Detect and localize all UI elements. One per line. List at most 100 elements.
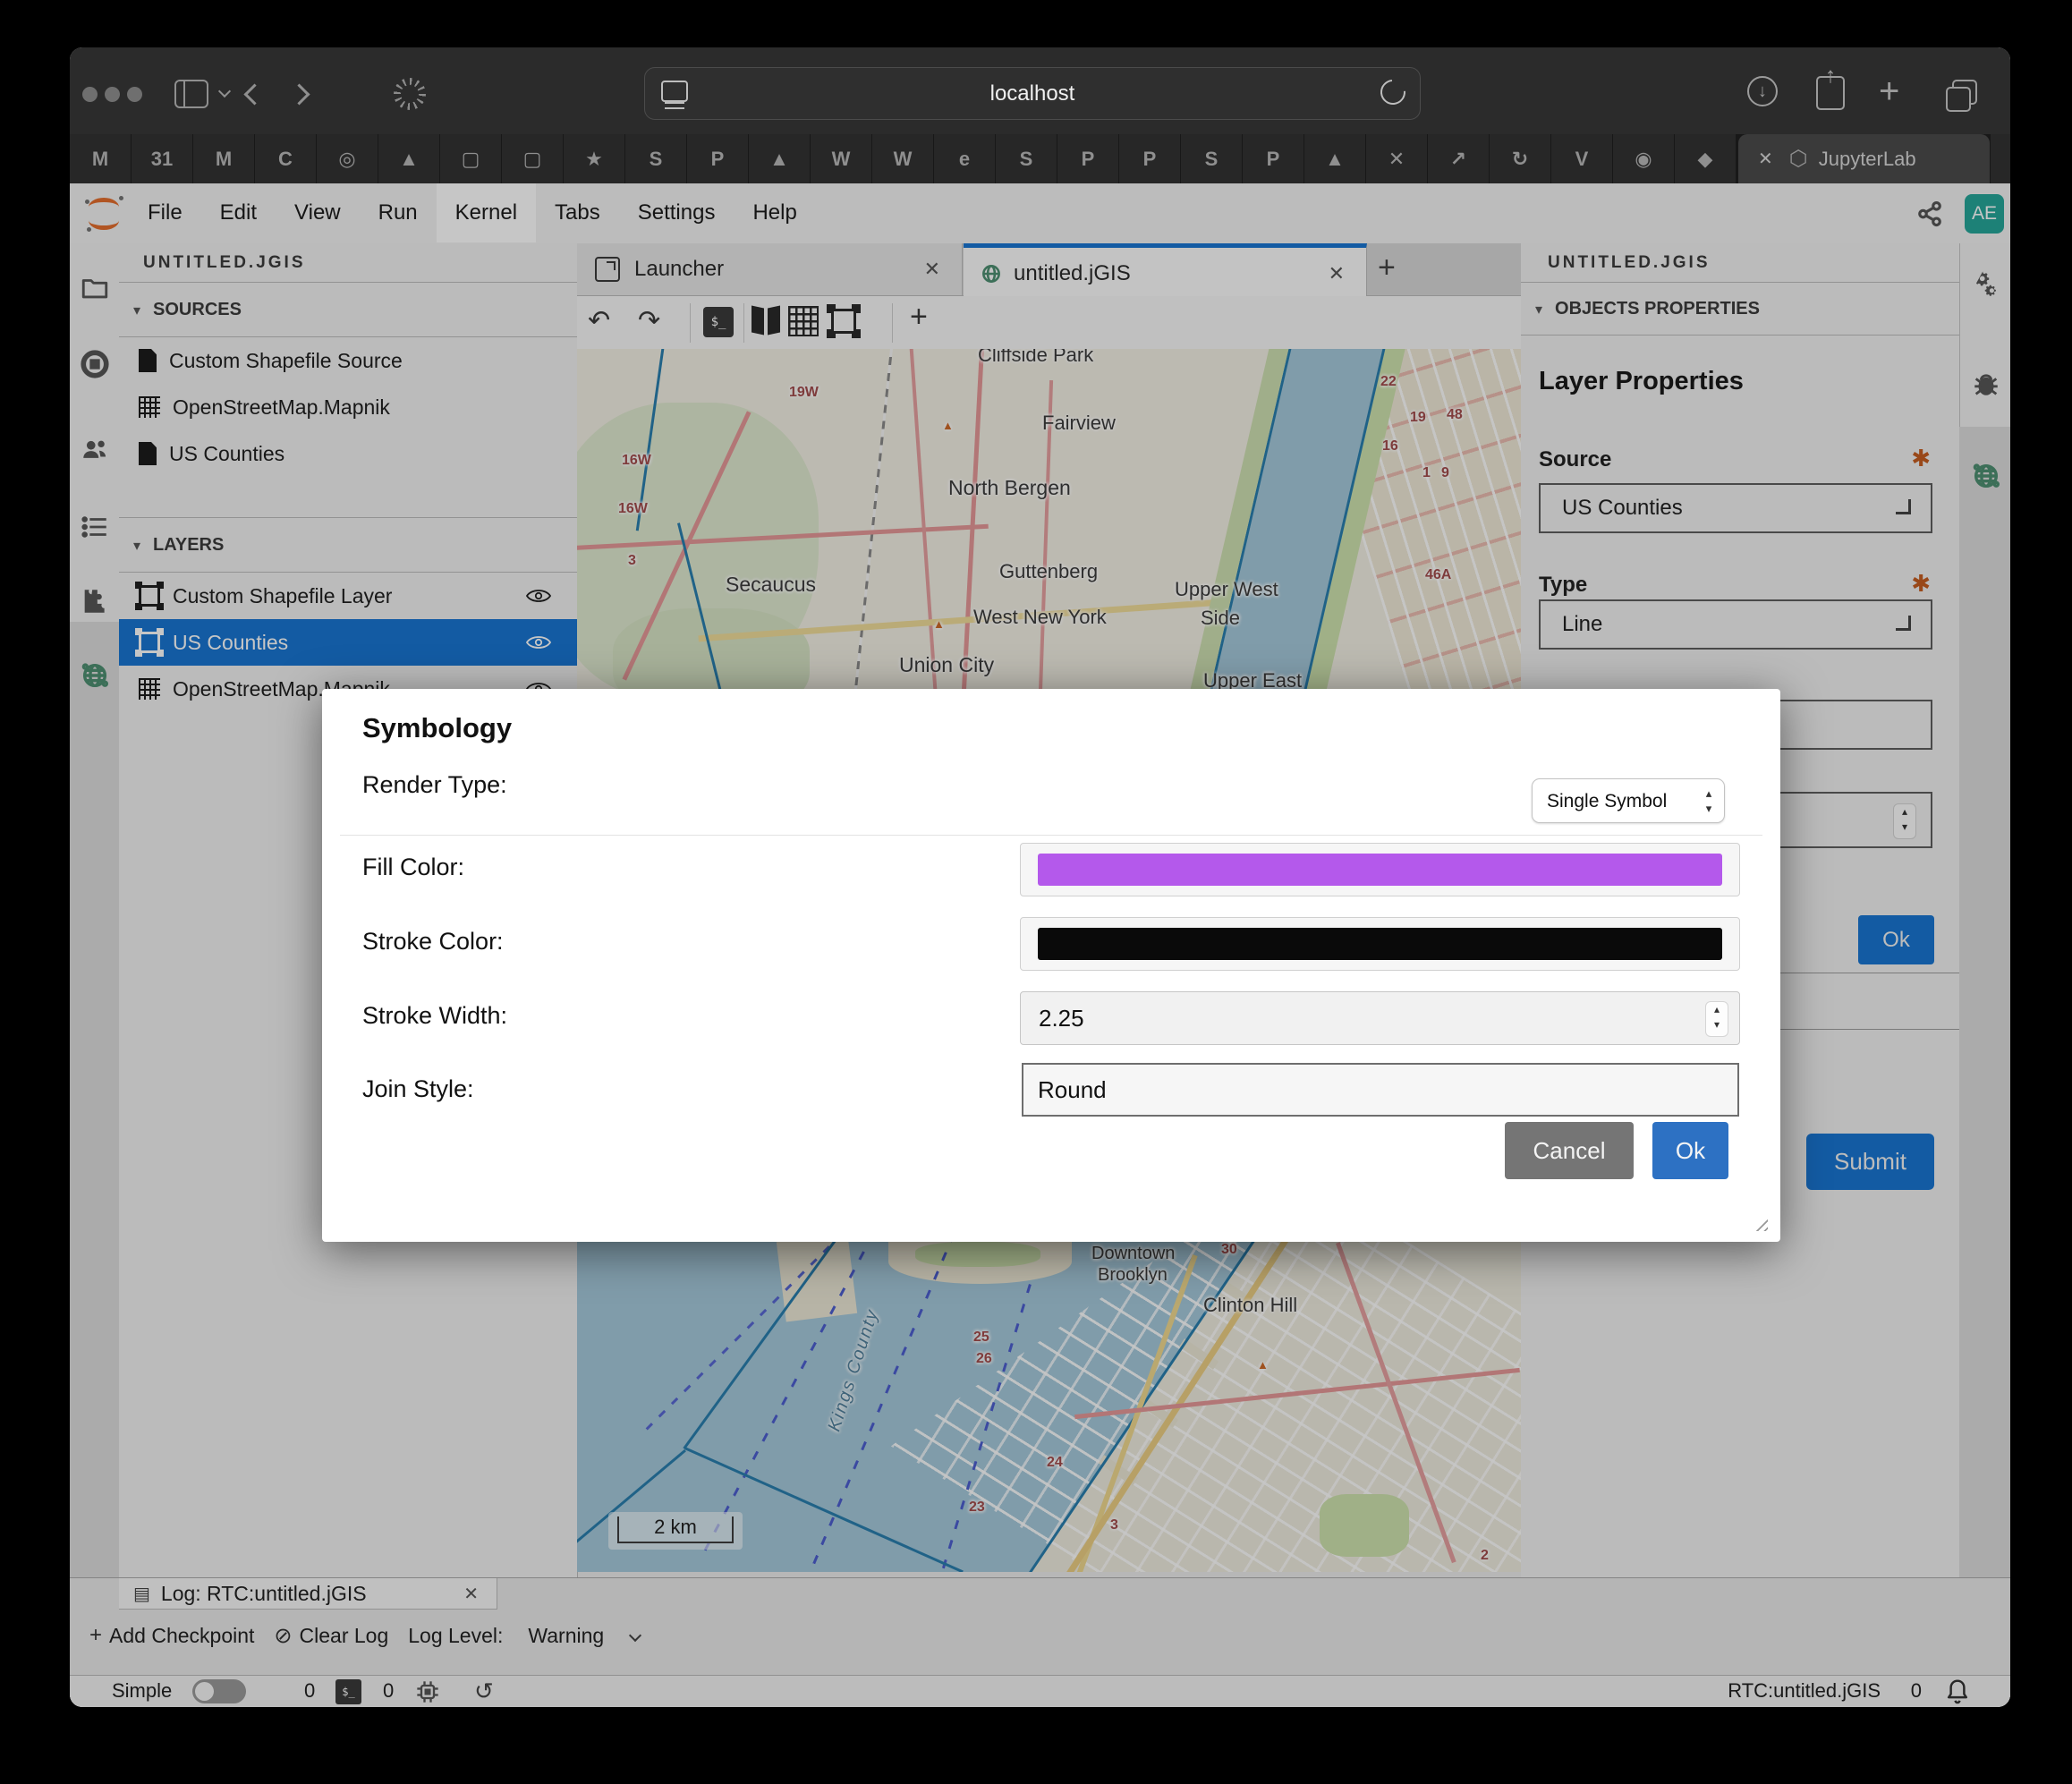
loading-spinner-icon: [394, 78, 426, 110]
pinned-tab-calendar[interactable]: 31: [132, 134, 192, 183]
pinned-tab-icon: S: [1205, 148, 1219, 171]
pinned-tab-icon: S: [650, 148, 663, 171]
pinned-tab-drive-3[interactable]: ▲: [1304, 134, 1365, 183]
fill-color-picker[interactable]: [1020, 843, 1740, 896]
pinned-tab-icon: M: [92, 148, 108, 171]
screenshot-root: localhost + M 31 M C ◎ ▲ ▢ ▢ ★ S P ▲ W We S P P S P ▲ ✕ ↗ ↻ V ◉ ◆…: [0, 0, 2072, 1784]
back-button[interactable]: [243, 83, 265, 105]
pinned-tab-flame[interactable]: W: [811, 134, 871, 183]
pinned-tab-excel[interactable]: ✕: [1366, 134, 1427, 183]
pinned-tab-gmail[interactable]: M: [70, 134, 131, 183]
tab-close-icon[interactable]: ✕: [1758, 148, 1773, 170]
stroke-width-label: Stroke Width:: [362, 1002, 507, 1030]
jupyterlab-page: FileEditViewRunKernelTabsSettingsHelp AE: [70, 183, 2010, 1707]
pinned-tab-gmail-alt[interactable]: M: [193, 134, 254, 183]
render-type-label: Render Type:: [362, 771, 507, 799]
pinned-tab-powerpoint-4[interactable]: P: [1243, 134, 1303, 183]
dialog-resize-handle[interactable]: [1752, 1215, 1768, 1231]
join-style-select[interactable]: Round: [1022, 1063, 1739, 1117]
stroke-width-input[interactable]: 2.25 ▴▾: [1020, 991, 1740, 1045]
pinned-tab-icon: C: [278, 148, 293, 171]
browser-tab-jupyterlab[interactable]: ✕ ⬡ JupyterLab: [1738, 134, 1990, 183]
pinned-tab-icon: ▲: [769, 148, 789, 171]
downloads-button[interactable]: [1747, 76, 1778, 106]
cancel-button[interactable]: Cancel: [1505, 1122, 1634, 1179]
tab-title: JupyterLab: [1819, 148, 1916, 171]
stroke-color-label: Stroke Color:: [362, 928, 504, 956]
pinned-tab-doc-2[interactable]: ▢: [502, 134, 563, 183]
stroke-color-swatch[interactable]: [1038, 928, 1722, 960]
pinned-tab-edge[interactable]: e: [934, 134, 995, 183]
pinned-tab-box[interactable]: ◆: [1675, 134, 1736, 183]
symbology-dialog: Symbology Render Type: Single Symbol ▴▾ …: [322, 689, 1780, 1242]
pinned-tab-icon: M: [216, 148, 232, 171]
pinned-tab-powerpoint-2[interactable]: P: [1057, 134, 1118, 183]
pinned-tab-icon: ▲: [1325, 148, 1345, 171]
pinned-tab-icon: ↗: [1450, 148, 1466, 171]
fill-color-swatch[interactable]: [1038, 854, 1722, 886]
pinned-tab-slides[interactable]: S: [625, 134, 686, 183]
pinned-tab-star[interactable]: ★: [564, 134, 624, 183]
render-type-select[interactable]: Single Symbol ▴▾: [1532, 778, 1725, 823]
traffic-light-minimize[interactable]: [105, 87, 120, 102]
pinned-tab-icon: ▲: [399, 148, 419, 171]
pinned-tab-icon: P: [1267, 148, 1280, 171]
stepper-icon[interactable]: ▴▾: [1705, 1001, 1728, 1037]
pinned-tab-slides-2[interactable]: S: [996, 134, 1057, 183]
select-stepper-icon: ▴▾: [1703, 786, 1715, 816]
pinned-tab-icon: P: [1143, 148, 1157, 171]
pinned-tab-icon: ▢: [523, 148, 542, 171]
sidebar-toggle-icon[interactable]: [174, 80, 208, 108]
fill-color-label: Fill Color:: [362, 854, 464, 881]
pinned-tab-icon: ◆: [1698, 148, 1713, 171]
join-style-value: Round: [1038, 1076, 1107, 1103]
pinned-tab-camera[interactable]: ◎: [317, 134, 378, 183]
pinned-tab-clipped[interactable]: [1991, 134, 2010, 183]
pinned-tab-gitlab[interactable]: V: [1551, 134, 1612, 183]
pinned-tab-icon: ▢: [462, 148, 480, 171]
tab-overview-button[interactable]: [1952, 80, 1977, 105]
pinned-tab-icon: P: [1082, 148, 1095, 171]
pinned-tab-icon: ◎: [338, 148, 355, 171]
render-type-value: Single Symbol: [1547, 791, 1667, 811]
pinned-tab-icon: W: [894, 148, 913, 171]
stroke-width-value: 2.25: [1039, 1005, 1084, 1032]
dialog-ok-button[interactable]: Ok: [1652, 1122, 1728, 1179]
pinned-tab-doc[interactable]: ▢: [440, 134, 501, 183]
stroke-color-picker[interactable]: [1020, 917, 1740, 971]
traffic-light-zoom[interactable]: [127, 87, 142, 102]
address-bar[interactable]: localhost: [644, 67, 1421, 120]
pinned-tab-icon: 31: [151, 148, 173, 171]
share-button[interactable]: [1816, 76, 1845, 110]
pinned-tab-powerpoint-3[interactable]: P: [1119, 134, 1180, 183]
traffic-light-close[interactable]: [82, 87, 98, 102]
browser-titlebar: localhost +: [70, 47, 2010, 134]
pinned-tab-icon: P: [711, 148, 725, 171]
pinned-tab-drive[interactable]: ▲: [378, 134, 439, 183]
join-style-label: Join Style:: [362, 1075, 474, 1103]
pinned-tab-drive-2[interactable]: ▲: [749, 134, 810, 183]
pinned-tab-icon: V: [1575, 148, 1589, 171]
pinned-tab-slides-3[interactable]: S: [1181, 134, 1242, 183]
dialog-title: Symbology: [362, 712, 512, 744]
forward-button[interactable]: [288, 83, 310, 105]
pinned-tab-icon: ↻: [1512, 148, 1528, 171]
pinned-tab-send[interactable]: ↗: [1428, 134, 1489, 183]
pinned-tab-icon: W: [832, 148, 851, 171]
url-text: localhost: [645, 68, 1420, 119]
pinned-tabs: M 31 M C ◎ ▲ ▢ ▢ ★ S P ▲ W We S P P S P ▲ ✕ ↗ ↻ V ◉ ◆: [70, 134, 1737, 183]
sidebar-chevron-icon[interactable]: [218, 85, 231, 98]
pinned-tab-icon: ✕: [1388, 148, 1405, 171]
pinned-tab-icon: S: [1020, 148, 1033, 171]
pinned-tab-icon: e: [959, 148, 970, 171]
pinned-tab-icon: ◉: [1635, 148, 1652, 171]
pinned-tab-sync[interactable]: ↻: [1490, 134, 1550, 183]
pinned-tab-github[interactable]: ◉: [1613, 134, 1674, 183]
new-tab-button[interactable]: +: [1879, 72, 1899, 112]
jupyterlab-favicon: ⬡: [1789, 146, 1808, 172]
pinned-tab-icon: ★: [585, 148, 603, 171]
pinned-tab-flame-2[interactable]: W: [872, 134, 933, 183]
pinned-tab-powerpoint[interactable]: P: [687, 134, 748, 183]
pinned-tab-c-app[interactable]: C: [255, 134, 316, 183]
browser-window: localhost + M 31 M C ◎ ▲ ▢ ▢ ★ S P ▲ W We S P P S P ▲ ✕ ↗ ↻ V ◉ ◆…: [70, 47, 2010, 1707]
